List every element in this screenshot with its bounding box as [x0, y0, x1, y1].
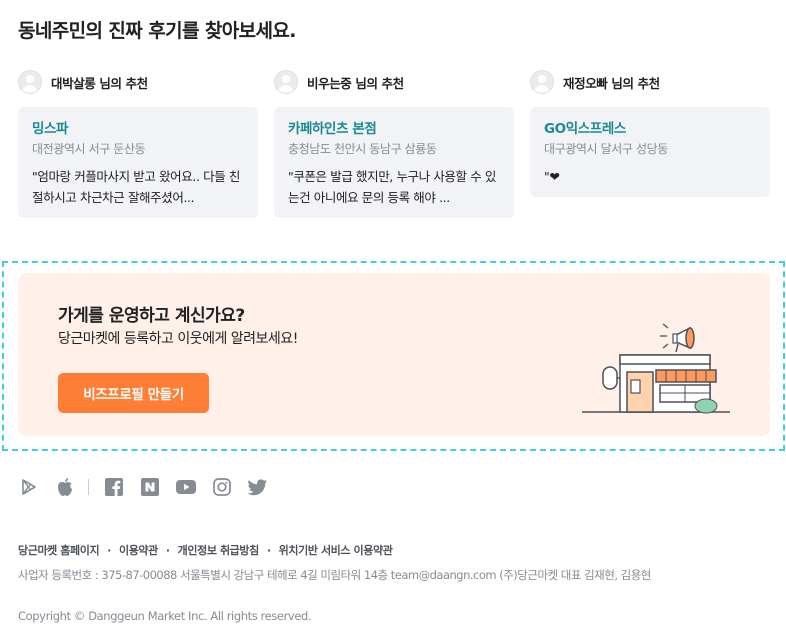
- google-play-icon[interactable]: [18, 476, 40, 498]
- biz-profile-banner: 가게를 운영하고 계신가요? 당근마켓에 등록하고 이웃에게 알려보세요! 비즈…: [18, 273, 770, 436]
- reviewer-name: 재정오빠: [563, 75, 608, 91]
- review-card[interactable]: 카페하인츠 본점 충청남도 천안시 동남구 삼룡동 "쿠폰은 발급 했지만, 누…: [274, 107, 514, 218]
- icon-divider: [88, 479, 89, 495]
- reviewer-suffix: 님의 추천: [611, 75, 660, 91]
- reviewer: 재정오빠 님의 추천: [530, 68, 770, 96]
- review-text: "엄마랑 커플마사지 받고 왔어요.. 다들 친절하시고 차근차근 잘해주셨어.…: [32, 169, 240, 205]
- shop-address: 충청남도 천안시 동남구 삼룡동: [288, 142, 437, 156]
- footer-link-privacy[interactable]: 개인정보 취급방침: [178, 542, 260, 558]
- review-card[interactable]: GO익스프레스 대구광역시 달서구 성당동 "❤: [530, 107, 770, 197]
- reviewer-name: 비우는중: [307, 75, 352, 91]
- footer-link-terms[interactable]: 이용약관: [119, 542, 158, 558]
- shop-name[interactable]: 밍스파: [32, 119, 244, 139]
- shop-name[interactable]: 카페하인츠 본점: [288, 119, 500, 139]
- reviewer: 비우는중 님의 추천: [274, 68, 514, 96]
- review-text: "쿠폰은 발급 했지만, 누구나 사용할 수 있는건 아니에요 문의 등록 해야…: [288, 169, 496, 205]
- footer-separator: ·: [165, 543, 170, 557]
- review-list: 대박살롱 님의 추천 밍스파 대전광역시 서구 둔산동 "엄마랑 커플마사지 받…: [18, 68, 770, 228]
- footer-separator: ·: [266, 543, 271, 557]
- storefront-illustration: [582, 323, 730, 414]
- banner-title: 가게를 운영하고 계신가요?: [58, 306, 245, 326]
- banner-description: 당근마켓에 등록하고 이웃에게 알려보세요!: [58, 331, 298, 347]
- facebook-icon[interactable]: [103, 476, 125, 498]
- review-item: 대박살롱 님의 추천 밍스파 대전광역시 서구 둔산동 "엄마랑 커플마사지 받…: [18, 68, 258, 218]
- instagram-icon[interactable]: [211, 476, 233, 498]
- footer-separator: ·: [107, 543, 111, 557]
- footer-links: 당근마켓 홈페이지 · 이용약관 · 개인정보 취급방침 · 위치기반 서비스 …: [18, 542, 393, 558]
- review-item: 재정오빠 님의 추천 GO익스프레스 대구광역시 달서구 성당동 "❤: [530, 68, 770, 197]
- apple-icon[interactable]: [54, 476, 76, 498]
- shop-address: 대구광역시 달서구 성당동: [544, 142, 668, 156]
- business-info: 사업자 등록번호 : 375-87-00088 서울특별시 강남구 테헤로 4길…: [18, 568, 651, 582]
- section-title: 동네주민의 진짜 후기를 찾아보세요.: [18, 20, 296, 42]
- avatar-icon: [18, 70, 42, 94]
- reviewer-suffix: 님의 추천: [355, 75, 404, 91]
- review-item: 비우는중 님의 추천 카페하인츠 본점 충청남도 천안시 동남구 삼룡동 "쿠폰…: [274, 68, 514, 218]
- reviewer: 대박살롱 님의 추천: [18, 68, 258, 96]
- review-card[interactable]: 밍스파 대전광역시 서구 둔산동 "엄마랑 커플마사지 받고 왔어요.. 다들 …: [18, 107, 258, 218]
- footer-link-location-terms[interactable]: 위치기반 서비스 이용약관: [279, 542, 393, 558]
- review-text: "❤: [544, 169, 560, 184]
- avatar-icon: [274, 70, 298, 94]
- footer-link-homepage[interactable]: 당근마켓 홈페이지: [18, 542, 100, 558]
- reviewer-name: 대박살롱: [51, 75, 96, 91]
- copyright: Copyright © Danggeun Market Inc. All rig…: [18, 609, 312, 623]
- reviewer-suffix: 님의 추천: [99, 75, 148, 91]
- naver-blog-icon[interactable]: [139, 476, 161, 498]
- twitter-icon[interactable]: [247, 476, 269, 498]
- shop-name[interactable]: GO익스프레스: [544, 119, 756, 139]
- create-biz-profile-button[interactable]: 비즈프로필 만들기: [58, 373, 209, 413]
- social-links: [18, 476, 269, 498]
- shop-address: 대전광역시 서구 둔산동: [32, 142, 146, 156]
- avatar-icon: [530, 70, 554, 94]
- youtube-icon[interactable]: [175, 476, 197, 498]
